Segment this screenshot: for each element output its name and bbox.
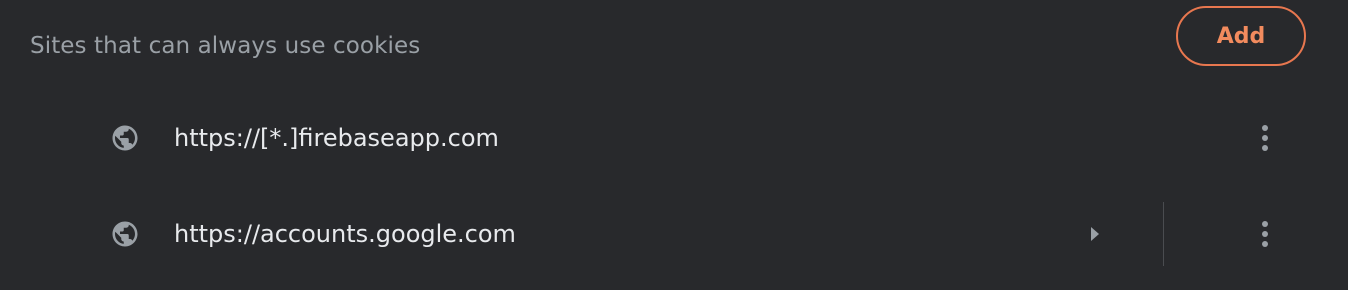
add-site-button[interactable]: Add — [1176, 6, 1306, 66]
vertical-divider — [1163, 202, 1164, 266]
site-row[interactable]: https://accounts.google.com — [0, 186, 1348, 282]
site-url: https://accounts.google.com — [174, 220, 516, 248]
more-actions-button[interactable] — [1245, 214, 1285, 254]
globe-icon — [112, 125, 138, 151]
more-vert-icon — [1262, 125, 1268, 151]
section-header: Sites that can always use cookies Add — [0, 0, 1348, 90]
expand-site-button[interactable] — [1080, 219, 1110, 249]
site-url: https://[*.]firebaseapp.com — [174, 124, 499, 152]
site-row[interactable]: https://[*.]firebaseapp.com — [0, 90, 1348, 186]
cookie-allow-section: Sites that can always use cookies Add ht… — [0, 0, 1348, 290]
more-vert-icon — [1262, 221, 1268, 247]
globe-icon — [112, 221, 138, 247]
more-actions-button[interactable] — [1245, 118, 1285, 158]
arrow-right-icon — [1091, 227, 1099, 241]
section-title: Sites that can always use cookies — [30, 33, 421, 59]
